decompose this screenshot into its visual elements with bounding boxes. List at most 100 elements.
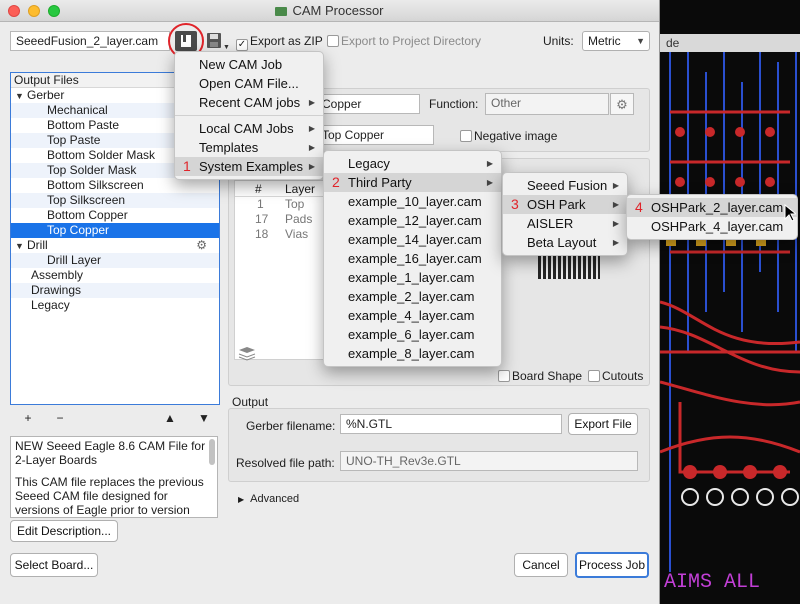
tree-item-label: Top Solder Mask: [47, 163, 137, 177]
window-title: CAM Processor: [292, 3, 384, 18]
disclosure-triangle-icon[interactable]: ▼: [15, 89, 27, 104]
select-board-button[interactable]: Select Board...: [10, 553, 98, 577]
menu-item-new-cam-job[interactable]: New CAM Job: [175, 55, 323, 74]
tree-item-label: Drill: [27, 238, 48, 252]
save-icon: ▼: [207, 33, 230, 51]
zoom-window-button[interactable]: [48, 5, 60, 17]
menu-item-templates[interactable]: Templates ▶: [175, 138, 323, 157]
menu-item-local-cam-jobs[interactable]: Local CAM Jobs ▶: [175, 119, 323, 138]
menu-item-example-14-layer[interactable]: example_14_layer.cam: [324, 230, 501, 249]
edit-description-button[interactable]: Edit Description...: [10, 520, 118, 542]
menu-item-example-16-layer[interactable]: example_16_layer.cam: [324, 249, 501, 268]
mouse-cursor-icon: [784, 204, 796, 222]
menu-item-example-4-layer[interactable]: example_4_layer.cam: [324, 306, 501, 325]
description-para2: This CAM file replaces the previous Seee…: [15, 475, 204, 517]
close-window-button[interactable]: [8, 5, 20, 17]
remove-output-button[interactable]: −: [50, 408, 70, 428]
svg-text:▼: ▼: [223, 44, 229, 51]
pcb-editor-tab[interactable]: de: [660, 34, 800, 52]
submenu-arrow-icon: ▶: [308, 143, 315, 152]
move-up-button[interactable]: ▲: [160, 408, 180, 428]
chevron-right-icon: ▶: [238, 495, 245, 504]
move-down-button[interactable]: ▼: [194, 408, 214, 428]
tree-item-label: Top Silkscreen: [47, 193, 126, 207]
cutouts-checkbox[interactable]: Cutouts: [588, 369, 643, 383]
menu-item-system-examples[interactable]: 1 System Examples ▶: [175, 157, 323, 176]
table-row[interactable]: 18 Vias: [235, 227, 323, 242]
tree-item-drawings[interactable]: Drawings: [11, 283, 219, 298]
menu-item-oshpark-4-layer[interactable]: OSHPark_4_layer.cam: [627, 217, 797, 236]
process-job-button[interactable]: Process Job: [575, 552, 649, 578]
function-label: Function:: [429, 97, 479, 111]
step-marker: 3: [511, 196, 519, 212]
function-settings-button[interactable]: ⚙: [610, 93, 634, 115]
menu-divider: [175, 115, 323, 116]
function-field[interactable]: Other: [485, 93, 609, 115]
menu-item-beta-layout[interactable]: Beta Layout ▶: [503, 233, 627, 252]
export-file-button[interactable]: Export File: [568, 413, 638, 435]
add-output-button[interactable]: +: [18, 408, 38, 428]
tree-item-top-silkscreen[interactable]: Top Silkscreen: [11, 193, 219, 208]
menu-item-third-party[interactable]: 2 Third Party ▶: [324, 173, 501, 192]
pcb-board-text: AIMS ALL: [664, 571, 760, 594]
step-marker: 2: [332, 174, 340, 190]
tree-item-top-copper[interactable]: Top Copper: [11, 223, 219, 238]
output-name-field[interactable]: Copper: [316, 94, 420, 114]
submenu-arrow-icon: ▶: [486, 159, 493, 168]
table-row[interactable]: 17 Pads: [235, 212, 323, 227]
step-marker: 1: [183, 158, 191, 174]
pcb-board-view[interactable]: AIMS ALL: [660, 52, 800, 604]
layers-stack-button[interactable]: [236, 344, 258, 362]
description-para1: NEW Seeed Eagle 8.6 CAM File for 2-Layer…: [15, 439, 206, 467]
units-select[interactable]: Metric ▼: [582, 31, 650, 51]
menu-item-oshpark-2-layer[interactable]: 4 OSHPark_2_layer.cam: [627, 198, 797, 217]
resolved-path-field: UNO-TH_Rev3e.GTL: [340, 451, 638, 471]
tree-item-drill-layer[interactable]: Drill Layer: [11, 253, 219, 268]
description-scrollbar[interactable]: [209, 439, 215, 465]
export-project-checkbox[interactable]: Export to Project Directory: [327, 34, 481, 48]
tree-item-bottom-silkscreen[interactable]: Bottom Silkscreen: [11, 178, 219, 193]
tree-item-label: Bottom Paste: [47, 118, 120, 132]
menu-item-recent-cam-jobs[interactable]: Recent CAM jobs ▶: [175, 93, 323, 112]
menu-item-seeed-fusion[interactable]: Seeed Fusion ▶: [503, 176, 627, 195]
cancel-button[interactable]: Cancel: [514, 553, 568, 577]
tree-item-bottom-copper[interactable]: Bottom Copper: [11, 208, 219, 223]
submenu-arrow-icon: ▶: [308, 124, 315, 133]
description-box[interactable]: NEW Seeed Eagle 8.6 CAM File for 2-Layer…: [10, 436, 218, 518]
advanced-disclosure[interactable]: ▶ Advanced: [238, 493, 299, 505]
board-shape-checkbox[interactable]: Board Shape: [498, 369, 582, 383]
table-row[interactable]: 1 Top: [235, 197, 323, 212]
tree-toolbar: + − ▲ ▼: [10, 408, 220, 428]
minimize-window-button[interactable]: [28, 5, 40, 17]
cam-job-name-field[interactable]: SeeedFusion_2_layer.cam: [10, 31, 170, 51]
menu-item-example-1-layer[interactable]: example_1_layer.cam: [324, 268, 501, 287]
tree-item-assembly[interactable]: Assembly: [11, 268, 219, 283]
step-marker: 4: [635, 199, 643, 215]
resolved-path-label: Resolved file path:: [236, 456, 335, 470]
layer-name-field[interactable]: Top Copper: [316, 125, 434, 145]
negative-image-checkbox[interactable]: Negative image: [460, 129, 557, 143]
disclosure-triangle-icon[interactable]: ▼: [15, 239, 27, 254]
tree-item-label: Bottom Solder Mask: [47, 148, 156, 162]
menu-item-example-2-layer[interactable]: example_2_layer.cam: [324, 287, 501, 306]
tree-item-label: Bottom Copper: [47, 208, 128, 222]
gear-icon[interactable]: ⚙: [196, 238, 207, 253]
layers-table[interactable]: # Layer 1 Top 17 Pads 18 Vias: [234, 180, 324, 360]
menu-item-open-cam-file[interactable]: Open CAM File...: [175, 74, 323, 93]
menu-item-example-8-layer[interactable]: example_8_layer.cam: [324, 344, 501, 363]
menu-item-legacy[interactable]: Legacy ▶: [324, 154, 501, 173]
menu-item-osh-park[interactable]: 3 OSH Park ▶: [503, 195, 627, 214]
system-examples-menu: Legacy ▶ 2 Third Party ▶ example_10_layer.c…: [323, 150, 502, 367]
tree-item-label: Mechanical: [47, 103, 108, 117]
chevron-down-icon: ▼: [636, 36, 645, 46]
gerber-filename-field[interactable]: %N.GTL: [340, 414, 562, 434]
menu-item-example-6-layer[interactable]: example_6_layer.cam: [324, 325, 501, 344]
menu-item-example-10-layer[interactable]: example_10_layer.cam: [324, 192, 501, 211]
save-button[interactable]: ▼: [205, 31, 230, 51]
menu-item-example-12-layer[interactable]: example_12_layer.cam: [324, 211, 501, 230]
tree-item-legacy[interactable]: Legacy: [11, 298, 219, 313]
tree-item-drill[interactable]: ▼ Drill ⚙: [11, 238, 219, 253]
menu-item-aisler[interactable]: AISLER ▶: [503, 214, 627, 233]
submenu-arrow-icon: ▶: [612, 181, 619, 190]
export-zip-checkbox[interactable]: ✓ Export as ZIP: [236, 34, 323, 51]
